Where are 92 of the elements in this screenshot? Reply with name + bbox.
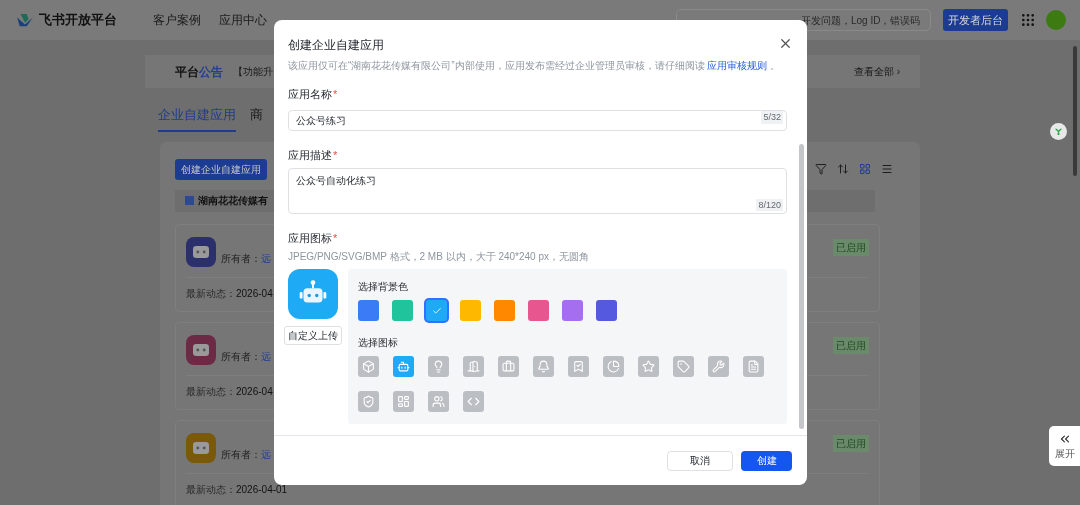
assistant-badge[interactable] [1050, 123, 1067, 140]
create-button[interactable]: 创建 [741, 450, 792, 471]
background-color-title: 选择背景色 [358, 280, 409, 294]
robot-icon [193, 441, 209, 454]
robot-icon-option[interactable] [393, 356, 414, 377]
custom-upload-button[interactable]: 自定义上传 [284, 326, 342, 345]
status-tag: 已启用 [833, 336, 869, 354]
latest-date: 2026-04 [236, 384, 273, 399]
nav-link[interactable]: 客户案例 [153, 11, 201, 29]
code-icon [467, 395, 480, 408]
wrench-icon-option[interactable] [708, 356, 729, 377]
pie-chart-icon [607, 360, 620, 373]
color-swatch[interactable] [494, 300, 515, 321]
owner-label: 所有者： [221, 448, 261, 460]
tab[interactable]: 商 [250, 105, 263, 132]
company-name: 湖南花花传媒有 [198, 194, 268, 208]
required-asterisk: * [333, 87, 338, 102]
star-icon [642, 360, 655, 373]
color-swatch[interactable] [562, 300, 583, 321]
create-app-button[interactable]: 创建企业自建应用 [175, 158, 267, 180]
color-swatch[interactable] [358, 300, 379, 321]
owner-label: 所有者： [221, 252, 261, 264]
pie-chart-icon-option[interactable] [603, 356, 624, 377]
lightbulb-icon-option[interactable] [428, 356, 449, 377]
bell-icon [537, 360, 550, 373]
required-asterisk: * [333, 230, 338, 246]
color-swatch[interactable] [596, 300, 617, 321]
cube-icon [362, 360, 375, 373]
code-icon-option[interactable] [463, 391, 484, 412]
notice-title: 平台公告 [175, 63, 223, 81]
status-tag: 已启用 [833, 434, 869, 452]
notice-text: 【功能升 [233, 65, 273, 79]
robot-icon [397, 360, 410, 373]
apps-menu-icon[interactable] [1020, 12, 1036, 28]
door-icon [467, 360, 480, 373]
shield-icon [362, 395, 375, 408]
lightbulb-icon [432, 360, 445, 373]
bookmark-icon-option[interactable] [568, 356, 589, 377]
color-swatch[interactable] [460, 300, 481, 321]
logo-icon [16, 13, 34, 27]
layout-icon [397, 395, 410, 408]
shield-icon-option[interactable] [358, 391, 379, 412]
avatar[interactable] [1046, 10, 1066, 30]
robot-icon [193, 245, 209, 258]
door-icon-option[interactable] [463, 356, 484, 377]
latest-label: 最新动态： [186, 482, 236, 497]
star-icon-option[interactable] [638, 356, 659, 377]
owner-label: 所有者： [221, 350, 261, 362]
expand-panel-button[interactable]: 展开 [1049, 426, 1080, 466]
bookmark-icon [572, 360, 585, 373]
briefcase-icon-option[interactable] [498, 356, 519, 377]
latest-label: 最新动态： [186, 286, 236, 301]
required-asterisk: * [333, 148, 338, 163]
grid-view-icon[interactable] [859, 163, 871, 175]
briefcase-icon [502, 360, 515, 373]
color-swatch[interactable] [528, 300, 549, 321]
color-swatch[interactable] [392, 300, 413, 321]
dialog-title: 创建企业自建应用 [288, 37, 384, 54]
latest-date: 2026-04 [236, 286, 273, 301]
icon-hint: JPEG/PNG/SVG/BMP 格式，2 MB 以内，大于 240*240 px，无圆角 [288, 250, 590, 264]
check-icon [431, 305, 442, 316]
character-count: 8/120 [756, 198, 783, 211]
robot-icon [193, 343, 209, 356]
latest-date: 2026-04-01 [236, 482, 288, 497]
sort-icon[interactable] [837, 163, 849, 175]
people-icon [432, 395, 445, 408]
nav-link[interactable]: 应用中心 [219, 11, 267, 29]
tag-icon [677, 360, 690, 373]
cube-icon-option[interactable] [358, 356, 379, 377]
review-rules-link[interactable]: 应用审核规则 [707, 60, 768, 71]
dialog-description: 该应用仅可在“湖南花花传媒有限公司”内部使用，应用发布需经过企业管理员审核，请仔细阅读 应用审核规则 。 [288, 59, 782, 72]
tag-icon-option[interactable] [673, 356, 694, 377]
icon-title: 选择图标 [358, 336, 399, 350]
layout-icon-option[interactable] [393, 391, 414, 412]
latest-label: 最新动态： [186, 384, 236, 399]
view-all-link[interactable]: 查看全部 › [853, 64, 900, 79]
company-icon [185, 196, 194, 205]
wrench-icon [712, 360, 725, 373]
color-swatch[interactable] [426, 300, 447, 321]
field-label: 应用描述 [288, 148, 332, 163]
developer-console-button[interactable]: 开发者后台 [943, 9, 1008, 31]
status-tag: 已启用 [833, 238, 869, 256]
document-icon [747, 360, 760, 373]
filter-icon[interactable] [815, 163, 827, 175]
logo-text: 飞书开放平台 [39, 11, 117, 30]
field-label: 应用图标 [288, 230, 332, 246]
cancel-button[interactable]: 取消 [667, 450, 733, 471]
list-view-icon[interactable] [881, 163, 893, 175]
document-icon-option[interactable] [743, 356, 764, 377]
people-icon-option[interactable] [428, 391, 449, 412]
bell-icon-option[interactable] [533, 356, 554, 377]
field-label: 应用名称 [288, 87, 332, 102]
